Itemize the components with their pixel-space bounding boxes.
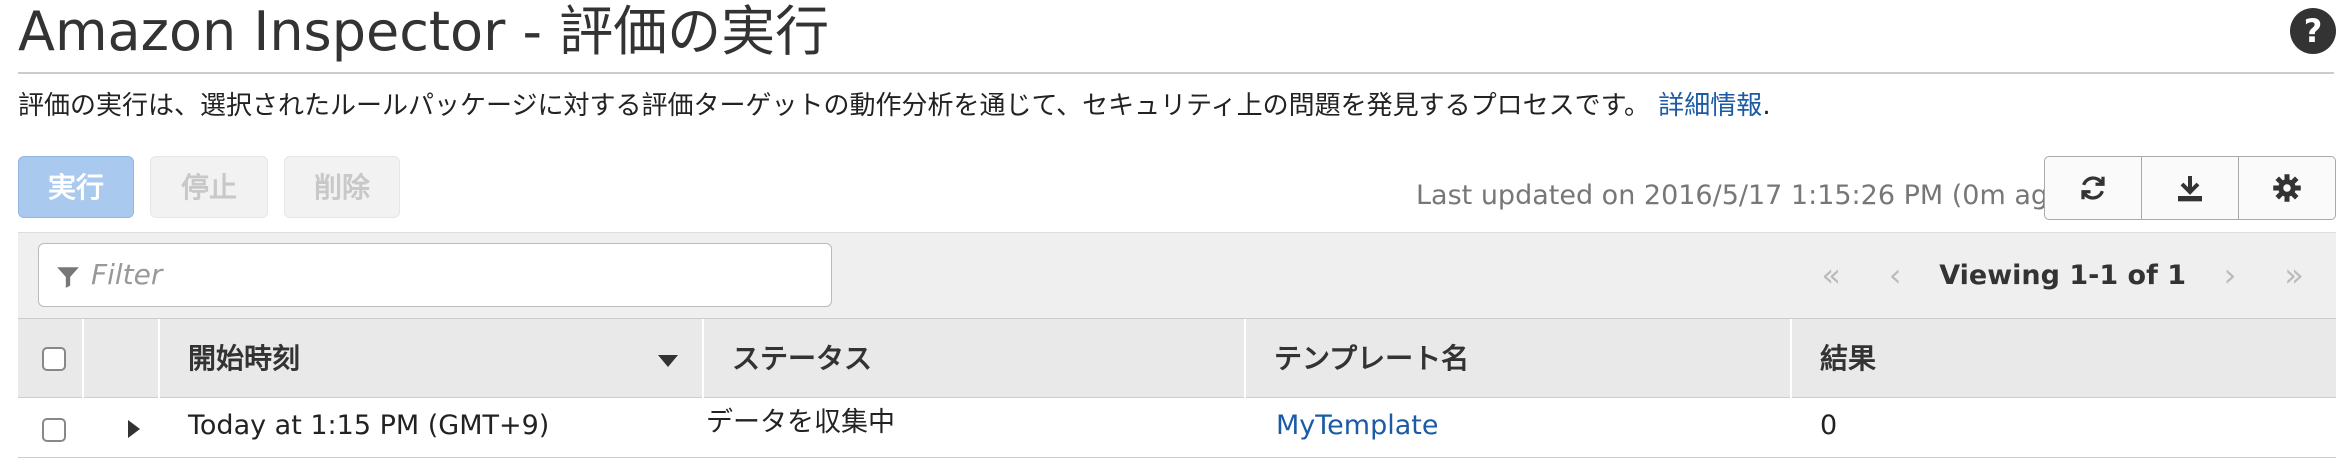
viewing-count: Viewing 1-1 of 1: [1939, 259, 2186, 291]
cell-start-time: Today at 1:15 PM (GMT+9): [188, 410, 550, 441]
title-divider: [18, 72, 2334, 74]
sort-descending-icon[interactable]: [658, 355, 678, 369]
settings-button[interactable]: [2238, 157, 2335, 219]
select-all-checkbox[interactable]: [42, 347, 66, 371]
filter-placeholder: Filter: [91, 258, 163, 291]
previous-page-icon[interactable]: ‹: [1863, 256, 1927, 294]
row-checkbox[interactable]: [42, 418, 66, 442]
download-icon: [2178, 176, 2202, 202]
column-header-template[interactable]: テンプレート名: [1274, 319, 1469, 399]
cell-status: データを収集中: [706, 407, 895, 438]
toolbar-icon-group: [2044, 156, 2336, 220]
column-divider: [82, 319, 84, 399]
download-button[interactable]: [2141, 157, 2238, 219]
table-row[interactable]: Today at 1:15 PM (GMT+9) データを収集中 MyTempl…: [18, 398, 2336, 458]
filter-icon: [57, 267, 79, 288]
details-suffix: .: [1762, 91, 1771, 121]
help-icon[interactable]: ?: [2290, 8, 2336, 54]
first-page-icon[interactable]: «: [1799, 256, 1863, 294]
column-divider: [1790, 319, 1792, 399]
run-button[interactable]: 実行: [18, 156, 134, 218]
page-description: 評価の実行は、選択されたルールパッケージに対する評価ターゲットの動作分析を通じて…: [18, 88, 1771, 124]
last-updated: Last updated on 2016/5/17 1:15:26 PM (0m…: [1416, 180, 2076, 211]
column-header-status[interactable]: ステータス: [732, 319, 872, 399]
filter-bar: Filter « ‹ Viewing 1-1 of 1 › »: [18, 232, 2336, 318]
column-header-start-time[interactable]: 開始時刻: [188, 319, 300, 399]
cell-result: 0: [1820, 410, 1838, 441]
table-header: 開始時刻 ステータス テンプレート名 結果: [18, 318, 2336, 399]
gear-icon: [2273, 174, 2301, 202]
stop-button[interactable]: 停止: [150, 156, 268, 218]
description-text: 評価の実行は、選択されたルールパッケージに対する評価ターゲットの動作分析を通じて…: [18, 91, 1651, 121]
next-page-icon[interactable]: ›: [2198, 256, 2262, 294]
pagination: « ‹ Viewing 1-1 of 1 › »: [1799, 247, 2326, 303]
last-page-icon[interactable]: »: [2262, 256, 2326, 294]
refresh-icon: [2081, 176, 2105, 200]
page-title: Amazon Inspector - 評価の実行: [18, 0, 830, 63]
column-header-result[interactable]: 結果: [1820, 319, 1876, 399]
column-divider: [1244, 319, 1246, 399]
filter-input[interactable]: Filter: [38, 243, 832, 307]
details-link[interactable]: 詳細情報: [1658, 91, 1762, 121]
refresh-button[interactable]: [2045, 157, 2141, 219]
cell-template-link[interactable]: MyTemplate: [1276, 410, 1438, 441]
column-divider: [158, 319, 160, 399]
column-divider: [702, 319, 704, 399]
delete-button[interactable]: 削除: [284, 156, 400, 218]
expand-row-icon[interactable]: [128, 420, 140, 438]
assessment-runs-table: 開始時刻 ステータス テンプレート名 結果 Today at 1:15 PM (…: [18, 318, 2336, 458]
